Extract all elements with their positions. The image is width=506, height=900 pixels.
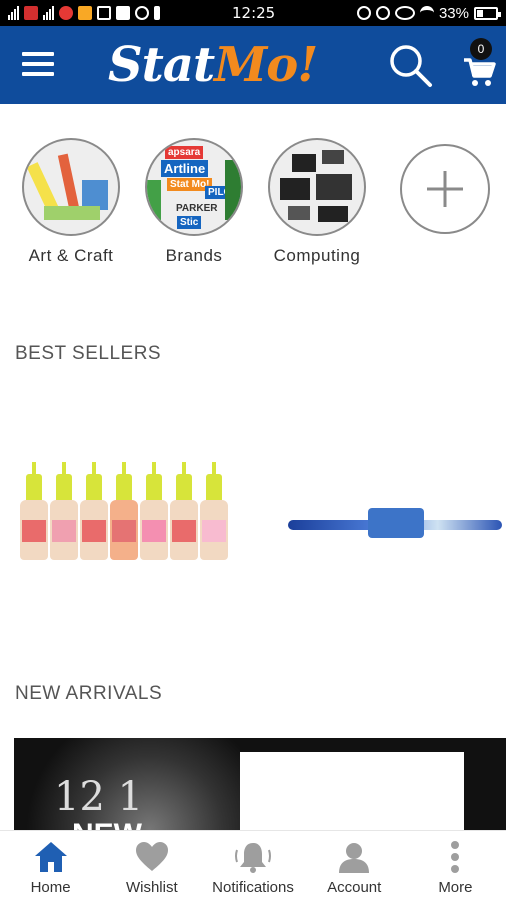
status-right-icons: 33% [356,4,501,22]
bottom-navigation: Home Wishlist Notifications Account More [0,830,506,900]
bell-icon [202,839,303,875]
plus-icon [400,144,490,234]
view-all-categories-button[interactable] [383,138,506,234]
product-card-ball-pen[interactable] [253,400,506,660]
category-label: Art & Craft [28,246,114,265]
status-bar: 12:25 33% [0,0,506,26]
art-craft-thumbnail [22,138,120,236]
download-icon [97,6,111,20]
best-sellers-list [0,400,506,660]
nav-label: Wishlist [125,879,178,896]
alarm-icon [375,6,390,20]
pen-brand-tag [368,508,424,538]
menu-icon[interactable] [22,52,54,78]
statmo-logo[interactable]: StatMo! [108,36,368,94]
computing-thumbnail [268,138,366,236]
logo-stat: Stat [108,37,215,93]
cart-icon [464,58,496,86]
nav-more[interactable]: More [405,831,506,900]
nav-label: More [438,879,473,896]
logo-mo: Mo! [214,37,318,93]
nav-label: Account [327,879,382,896]
nav-label: Notifications [212,879,294,896]
cart-button[interactable]: 0 [462,38,498,88]
banner-white-panel [240,752,464,830]
category-brands[interactable]: apsara Artline Stat Mo! PILOT PARKER Sti… [132,138,256,266]
clock-digits: 12 1 [54,774,144,820]
eye-icon [394,6,415,20]
heart-icon [101,839,202,875]
nav-wishlist[interactable]: Wishlist [101,831,202,900]
more-vertical-icon [405,839,506,875]
usb-icon [154,6,160,20]
nav-home[interactable]: Home [0,831,101,900]
status-time: 12:25 [232,4,276,22]
category-computing[interactable]: Computing [255,138,379,266]
nav-notifications[interactable]: Notifications [202,831,303,900]
account-icon [304,839,405,875]
search-icon[interactable] [388,43,434,89]
silent-icon [356,6,371,20]
battery-fill [477,9,483,17]
category-label: Brands [165,246,223,265]
cart-count-badge: 0 [470,38,492,60]
status-left-icons [8,6,160,20]
battery-icon [474,6,501,20]
signal-icon-2 [43,6,54,20]
signal-icon [8,6,19,20]
wifi-icon [419,6,434,20]
battery-percent: 33% [438,4,469,22]
category-carousel: Art & Craft apsara Artline Stat Mo! PILO… [0,128,506,278]
jio-icon [24,6,38,20]
best-sellers-heading: BEST SELLERS [15,343,162,364]
new-arrivals-banner[interactable]: 12 1 NEW [14,738,506,830]
nav-label: Home [30,879,71,896]
home-icon [0,839,101,875]
brands-thumbnail: apsara Artline Stat Mo! PILOT PARKER Sti… [145,138,243,236]
skype-icon [116,6,130,20]
app-notification-icon [78,6,92,20]
category-label: Computing [273,246,361,265]
product-card-glitter-bottles[interactable] [0,400,253,660]
cat-icon [135,6,149,20]
new-arrivals-heading: NEW ARRIVALS [15,683,163,704]
category-art-craft[interactable]: Art & Craft [9,138,133,266]
vodafone-icon [59,6,73,20]
new-banner-text: NEW [72,818,142,830]
nav-account[interactable]: Account [304,831,405,900]
app-header: StatMo! 0 [0,26,506,104]
